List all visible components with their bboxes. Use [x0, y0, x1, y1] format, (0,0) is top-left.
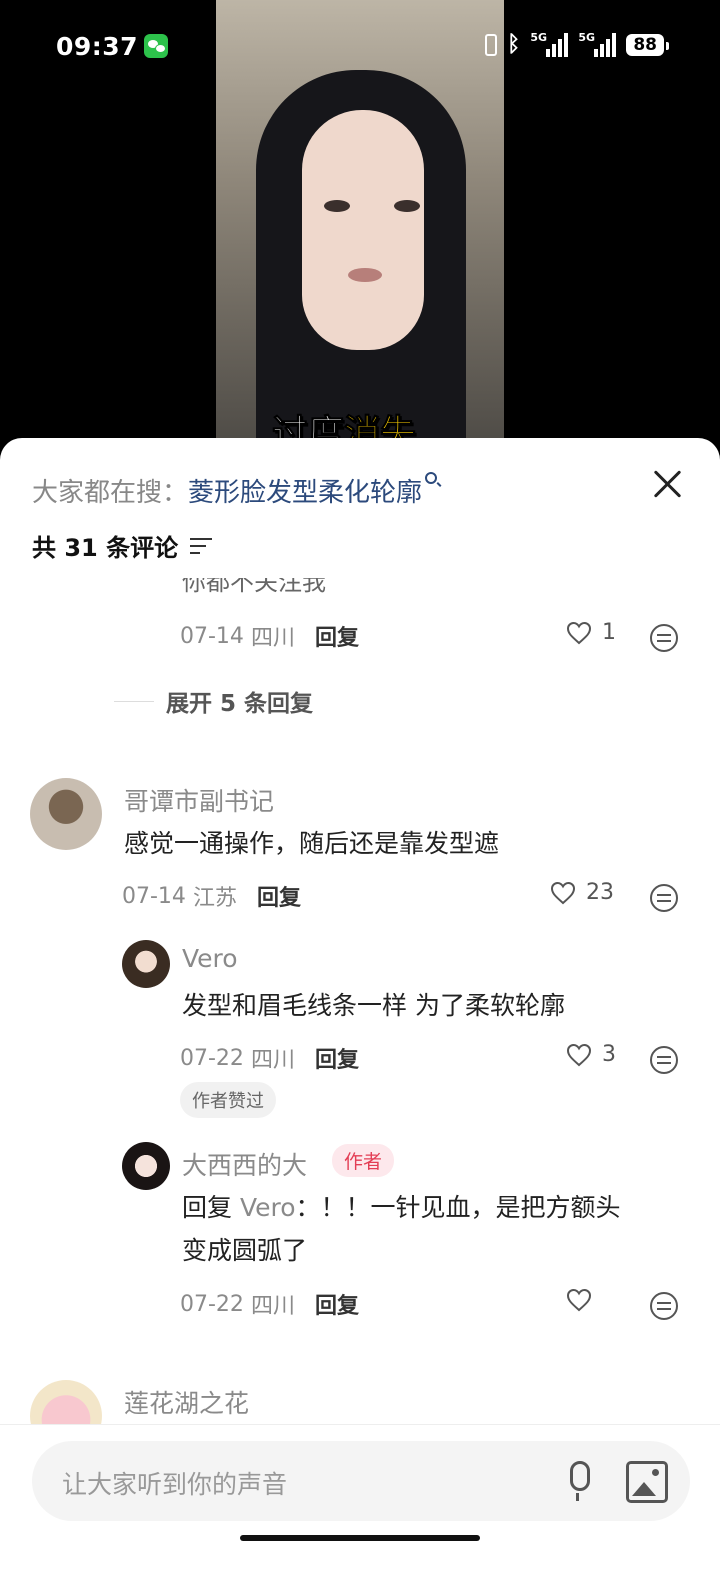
comment-input[interactable]: 让大家听到你的声音: [32, 1441, 690, 1521]
avatar[interactable]: [122, 1142, 170, 1190]
reply-button[interactable]: 回复: [315, 1288, 359, 1320]
status-bar: 09:37 ᛒ 5G 5G 88: [0, 0, 720, 92]
comment-text: 回复 Vero：！！一针见血，是把方额头 变成圆弧了: [182, 1193, 621, 1265]
comment-text: 感觉一通操作，随后还是靠发型遮: [124, 829, 500, 858]
close-icon[interactable]: [652, 468, 684, 500]
wechat-notification-icon: [144, 34, 168, 58]
emoji-reaction-icon[interactable]: [650, 1292, 678, 1320]
comment-meta: 07-14 江苏 回复: [122, 880, 301, 912]
vibrate-icon: [485, 33, 498, 56]
comment-meta: 07-22 四川 回复: [180, 1288, 359, 1320]
heart-icon: [566, 1043, 592, 1066]
microphone-icon[interactable]: [562, 1461, 594, 1501]
sort-filter-icon[interactable]: [190, 537, 213, 554]
trending-search[interactable]: 大家都在搜：菱形脸发型柔化轮廓: [32, 472, 438, 509]
author-badge: 作者: [332, 1144, 395, 1177]
signal-icon-2: 5G: [578, 31, 617, 57]
status-icons: ᛒ 5G 5G 88: [485, 31, 669, 57]
comments-sheet: 大家都在搜：菱形脸发型柔化轮廓 共 31 条评论 你都不关注我 07-14 四川…: [0, 438, 720, 1569]
home-indicator[interactable]: [240, 1535, 480, 1541]
battery-icon: 88: [626, 33, 669, 56]
like-button[interactable]: 23: [550, 880, 614, 905]
clipped-comment-text: 你都不关注我: [182, 578, 326, 596]
reply-button[interactable]: 回复: [315, 1042, 359, 1074]
like-button[interactable]: 1: [566, 620, 616, 645]
comment-meta: 07-14 四川 回复: [180, 620, 359, 652]
heart-icon: [550, 881, 576, 904]
reply-button[interactable]: 回复: [257, 880, 301, 912]
signal-icon: 5G: [530, 31, 569, 57]
search-query-link[interactable]: 菱形脸发型柔化轮廓: [188, 478, 422, 508]
comment-username[interactable]: 哥谭市副书记: [124, 782, 274, 818]
comment-username[interactable]: 大西西的大: [182, 1146, 307, 1182]
like-button[interactable]: [566, 1288, 592, 1312]
comment-text: 发型和眉毛线条一样 为了柔软轮廓: [182, 991, 565, 1020]
image-icon[interactable]: [626, 1461, 668, 1503]
comment-username[interactable]: 莲花湖之花: [124, 1384, 249, 1420]
avatar[interactable]: [122, 940, 170, 988]
search-icon: [425, 472, 438, 484]
reply-button[interactable]: 回复: [315, 620, 359, 652]
comment-username[interactable]: Vero: [182, 944, 238, 973]
heart-icon: [566, 621, 592, 644]
expand-replies-button[interactable]: 展开 5 条回复: [114, 684, 313, 718]
comment-count: 共 31 条评论: [32, 528, 213, 563]
like-button[interactable]: 3: [566, 1042, 616, 1067]
reply-to-username[interactable]: Vero: [240, 1193, 296, 1222]
emoji-reaction-icon[interactable]: [650, 624, 678, 652]
comment-input-bar: 让大家听到你的声音: [0, 1424, 720, 1569]
avatar[interactable]: [30, 778, 102, 850]
bluetooth-icon: ᛒ: [507, 32, 521, 57]
emoji-reaction-icon[interactable]: [650, 1046, 678, 1074]
comment-meta: 07-22 四川 回复: [180, 1042, 359, 1074]
clock: 09:37: [56, 32, 139, 61]
comment-input-placeholder: 让大家听到你的声音: [62, 1470, 288, 1499]
author-liked-badge: 作者赞过: [180, 1082, 276, 1118]
emoji-reaction-icon[interactable]: [650, 884, 678, 912]
heart-icon: [566, 1288, 592, 1312]
